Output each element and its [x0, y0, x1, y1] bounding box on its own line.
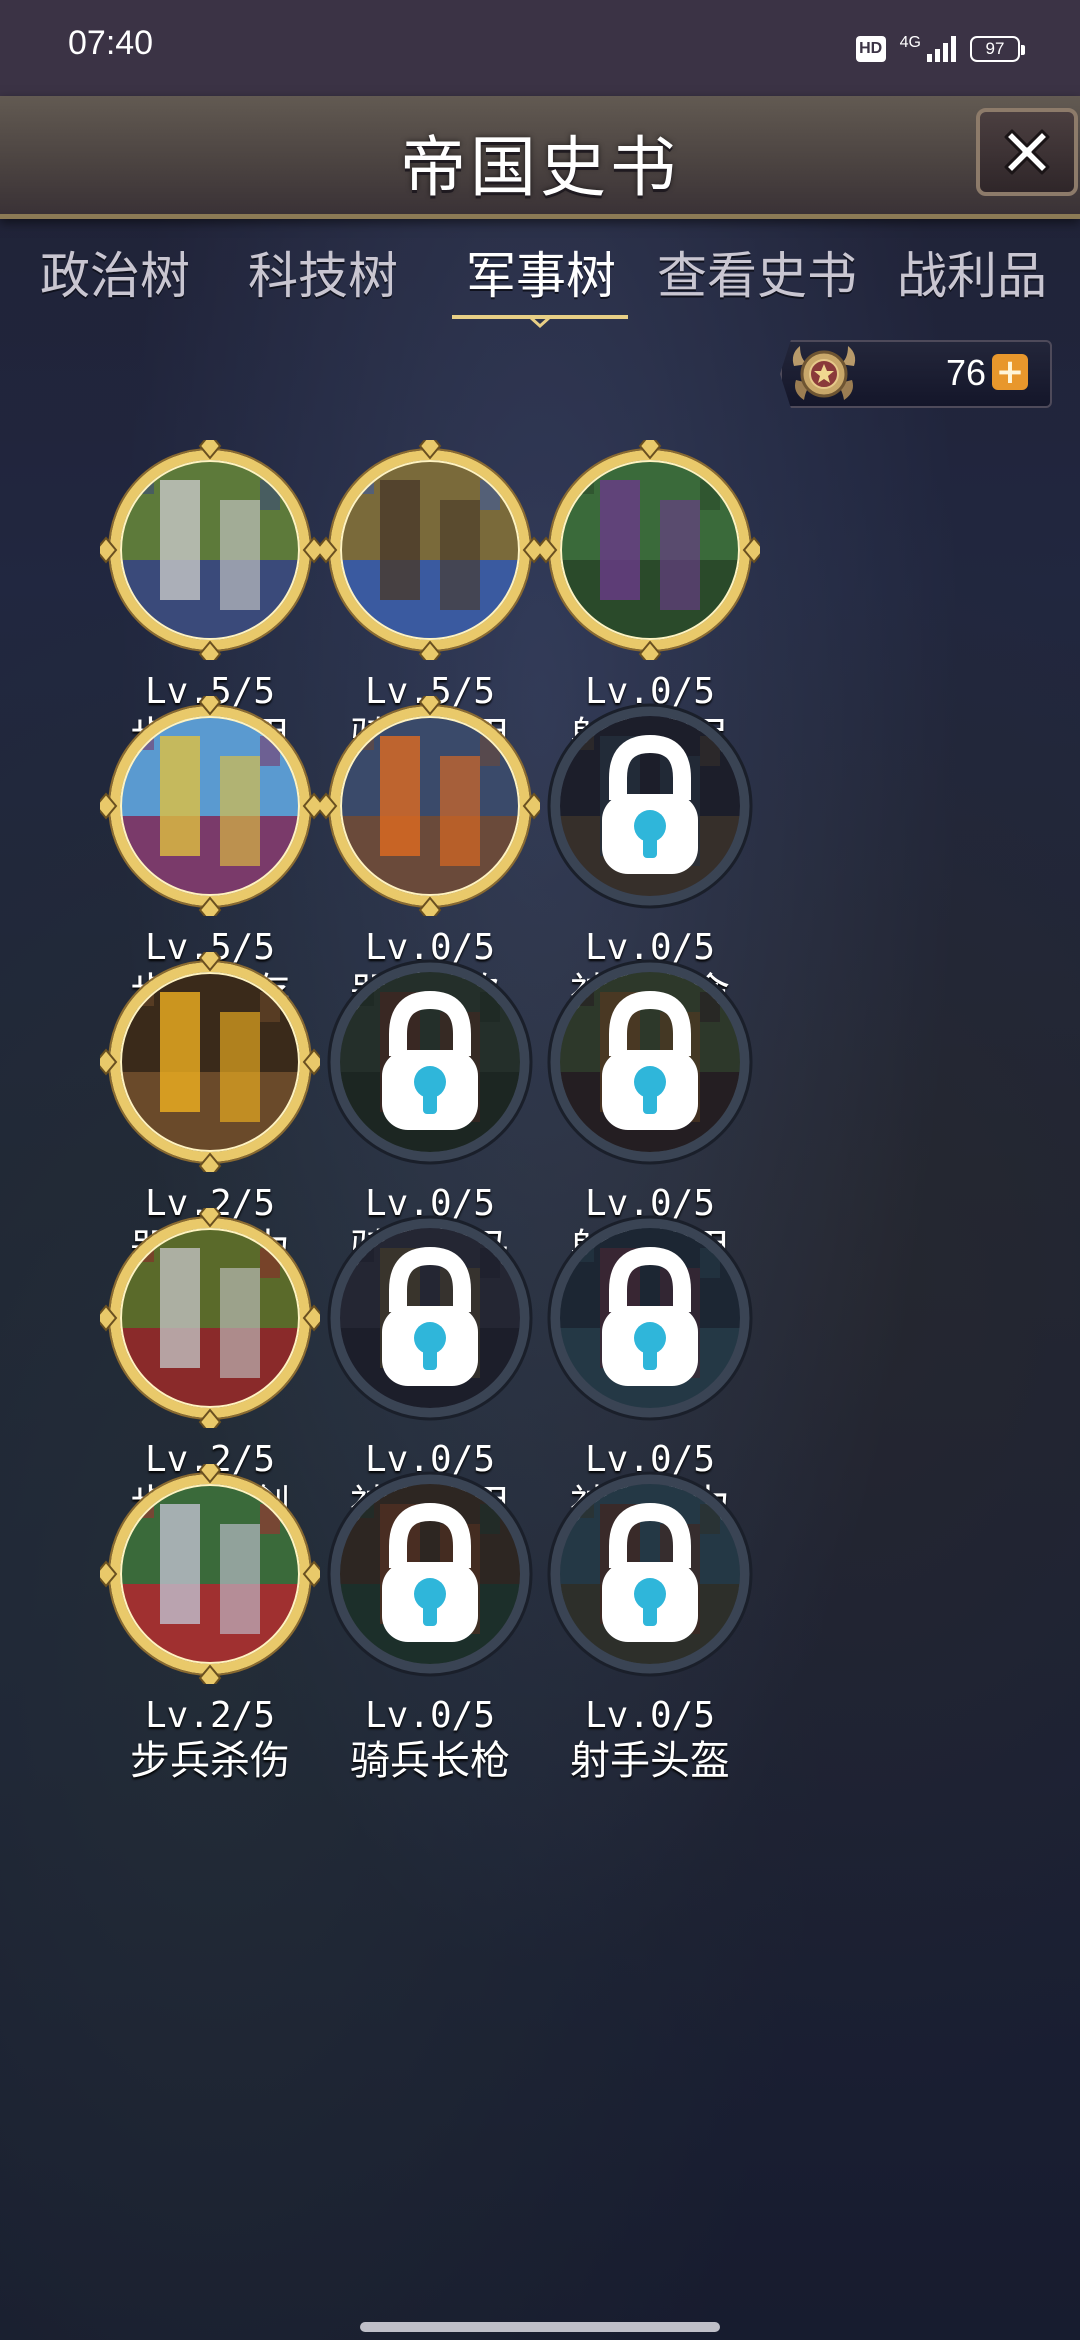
tab-loot[interactable]: 战利品 [882, 236, 1062, 306]
status-indicators: HD 4G 97 [855, 30, 1025, 68]
active-tab-underline [452, 315, 628, 329]
status-bar: 07:40 HD 4G 97 [0, 0, 1080, 96]
signal-icon [927, 36, 956, 62]
page-title: 帝国史书 [400, 129, 680, 206]
status-time: 07:40 [68, 24, 154, 62]
skill-node[interactable]: Lv.2/5 步兵杀伤 [80, 1464, 320, 1804]
skill-medal[interactable] [540, 440, 760, 660]
tab-history-book[interactable]: 查看史书 [644, 236, 870, 306]
skill-medal[interactable] [320, 440, 540, 660]
close-button[interactable] [976, 108, 1078, 196]
lock-icon [382, 1246, 478, 1386]
skill-medal[interactable] [100, 1464, 320, 1684]
skill-medal[interactable] [100, 1208, 320, 1428]
lock-icon [602, 1246, 698, 1386]
currency-add-button[interactable]: + [992, 354, 1028, 390]
battery-level: 97 [985, 39, 1005, 58]
network-label: 4G [899, 34, 921, 51]
home-indicator[interactable] [360, 2322, 720, 2332]
skill-medal[interactable] [320, 696, 540, 916]
skill-node[interactable]: Lv.0/5 射手头盔 [520, 1464, 760, 1804]
skill-medal[interactable] [100, 952, 320, 1172]
lock-icon [602, 1502, 698, 1642]
tab-politics[interactable]: 政治树 [20, 236, 210, 306]
lock-icon [602, 734, 698, 874]
medal-emblem-icon [792, 346, 856, 400]
close-x-icon [1004, 129, 1050, 175]
skill-name: 射手头盔 [570, 1738, 730, 1784]
tab-technology[interactable]: 科技树 [228, 236, 418, 306]
header-banner: 帝国史书 [0, 96, 1080, 219]
skill-level: Lv.0/5 [584, 1695, 716, 1736]
battery-icon: 97 [970, 36, 1025, 62]
lock-icon [602, 990, 698, 1130]
currency-amount: 76 [945, 352, 986, 393]
lock-icon [382, 1502, 478, 1642]
tab-military[interactable]: 军事树 [446, 236, 636, 306]
hd-badge: HD [855, 36, 886, 62]
lock-icon [382, 990, 478, 1130]
skill-medal[interactable] [100, 696, 320, 916]
skill-node[interactable]: Lv.0/5 骑兵长枪 [300, 1464, 540, 1804]
skill-medal[interactable] [100, 440, 320, 660]
